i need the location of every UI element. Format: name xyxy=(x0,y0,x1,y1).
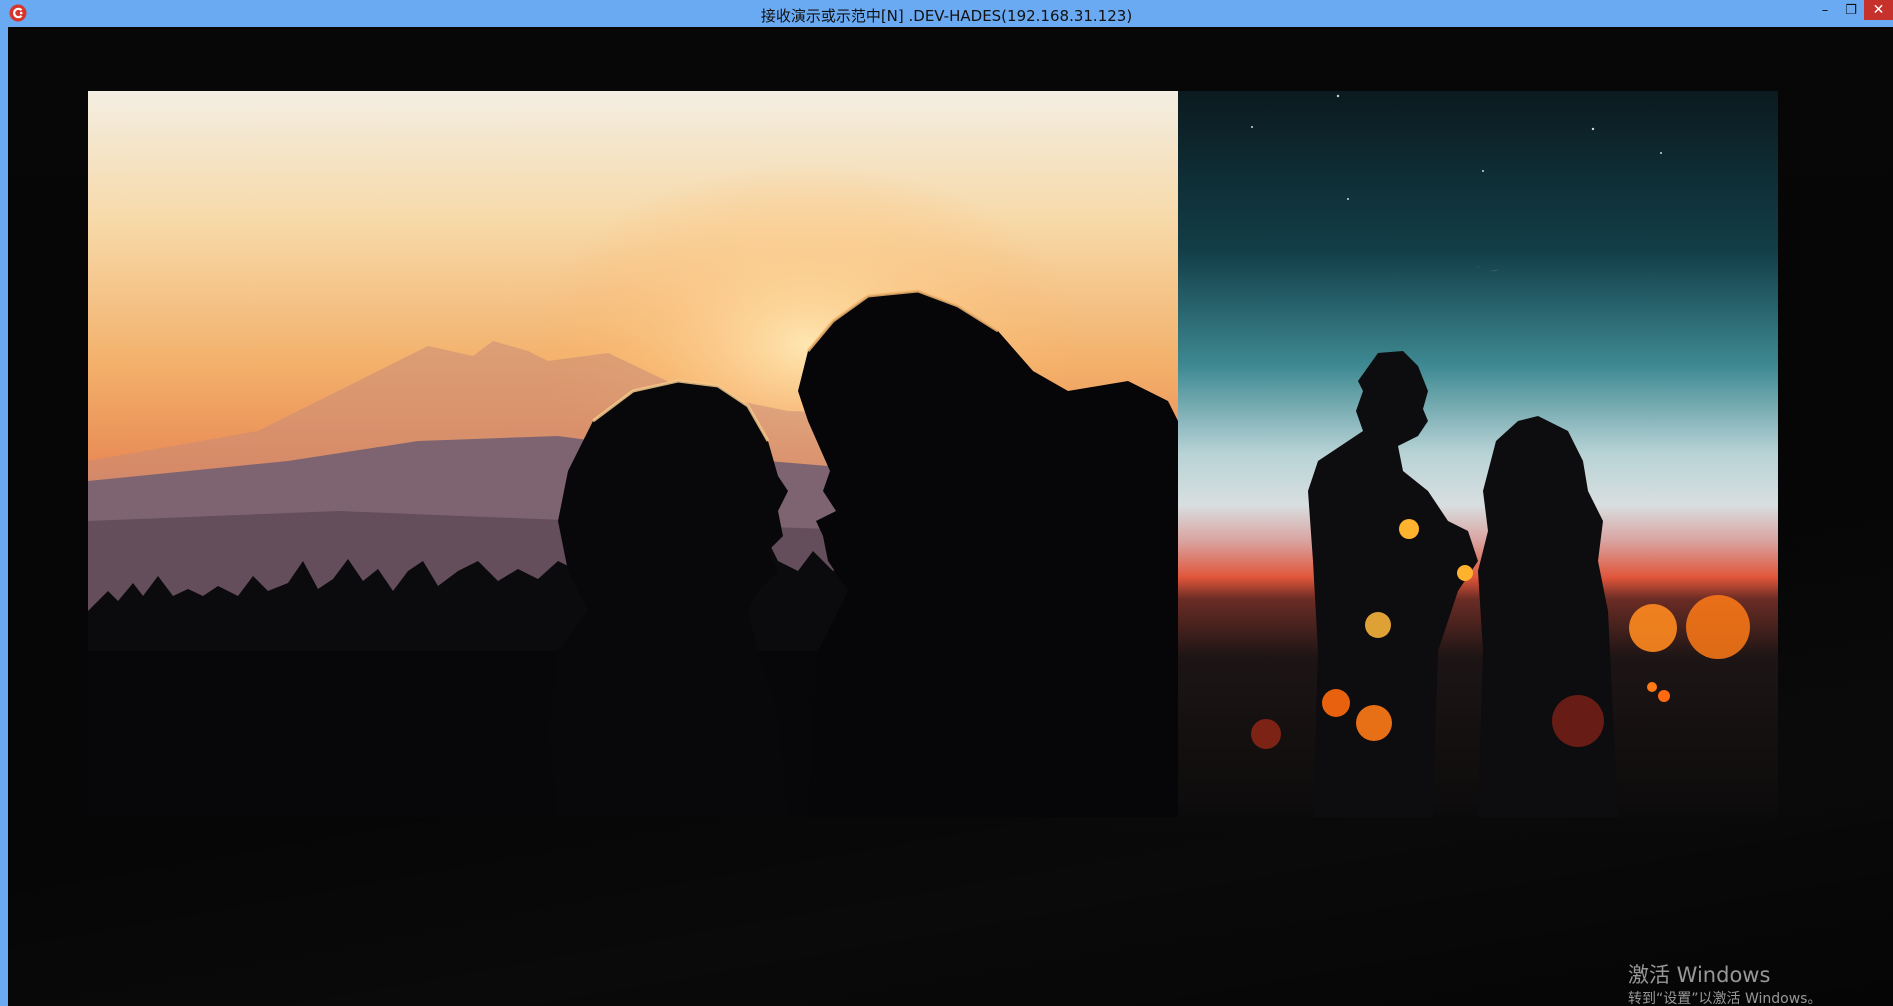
activation-title: 激活 Windows xyxy=(1628,963,1771,987)
title-bar[interactable]: 接收演示或示范中[N] .DEV-HADES(192.168.31.123) –… xyxy=(0,0,1893,27)
couple-sunset-photo xyxy=(88,91,1178,817)
presentation-stage: 激活 Windows 转到“设置”以激活 Windows。 xyxy=(8,27,1893,1006)
windows-activation-watermark: 激活 Windows 转到“设置”以激活 Windows。 xyxy=(1628,961,1821,1006)
presentation-receiver-window: 接收演示或示范中[N] .DEV-HADES(192.168.31.123) –… xyxy=(0,0,1893,1006)
activation-subtitle: 转到“设置”以激活 Windows。 xyxy=(1628,991,1822,1006)
window-title: 接收演示或示范中[N] .DEV-HADES(192.168.31.123) xyxy=(760,7,1133,25)
maximize-button[interactable]: ❐ xyxy=(1838,0,1864,20)
couple-moon-photo xyxy=(1178,91,1778,817)
minimize-button[interactable]: – xyxy=(1812,0,1838,20)
close-button[interactable]: ✕ xyxy=(1864,0,1893,20)
